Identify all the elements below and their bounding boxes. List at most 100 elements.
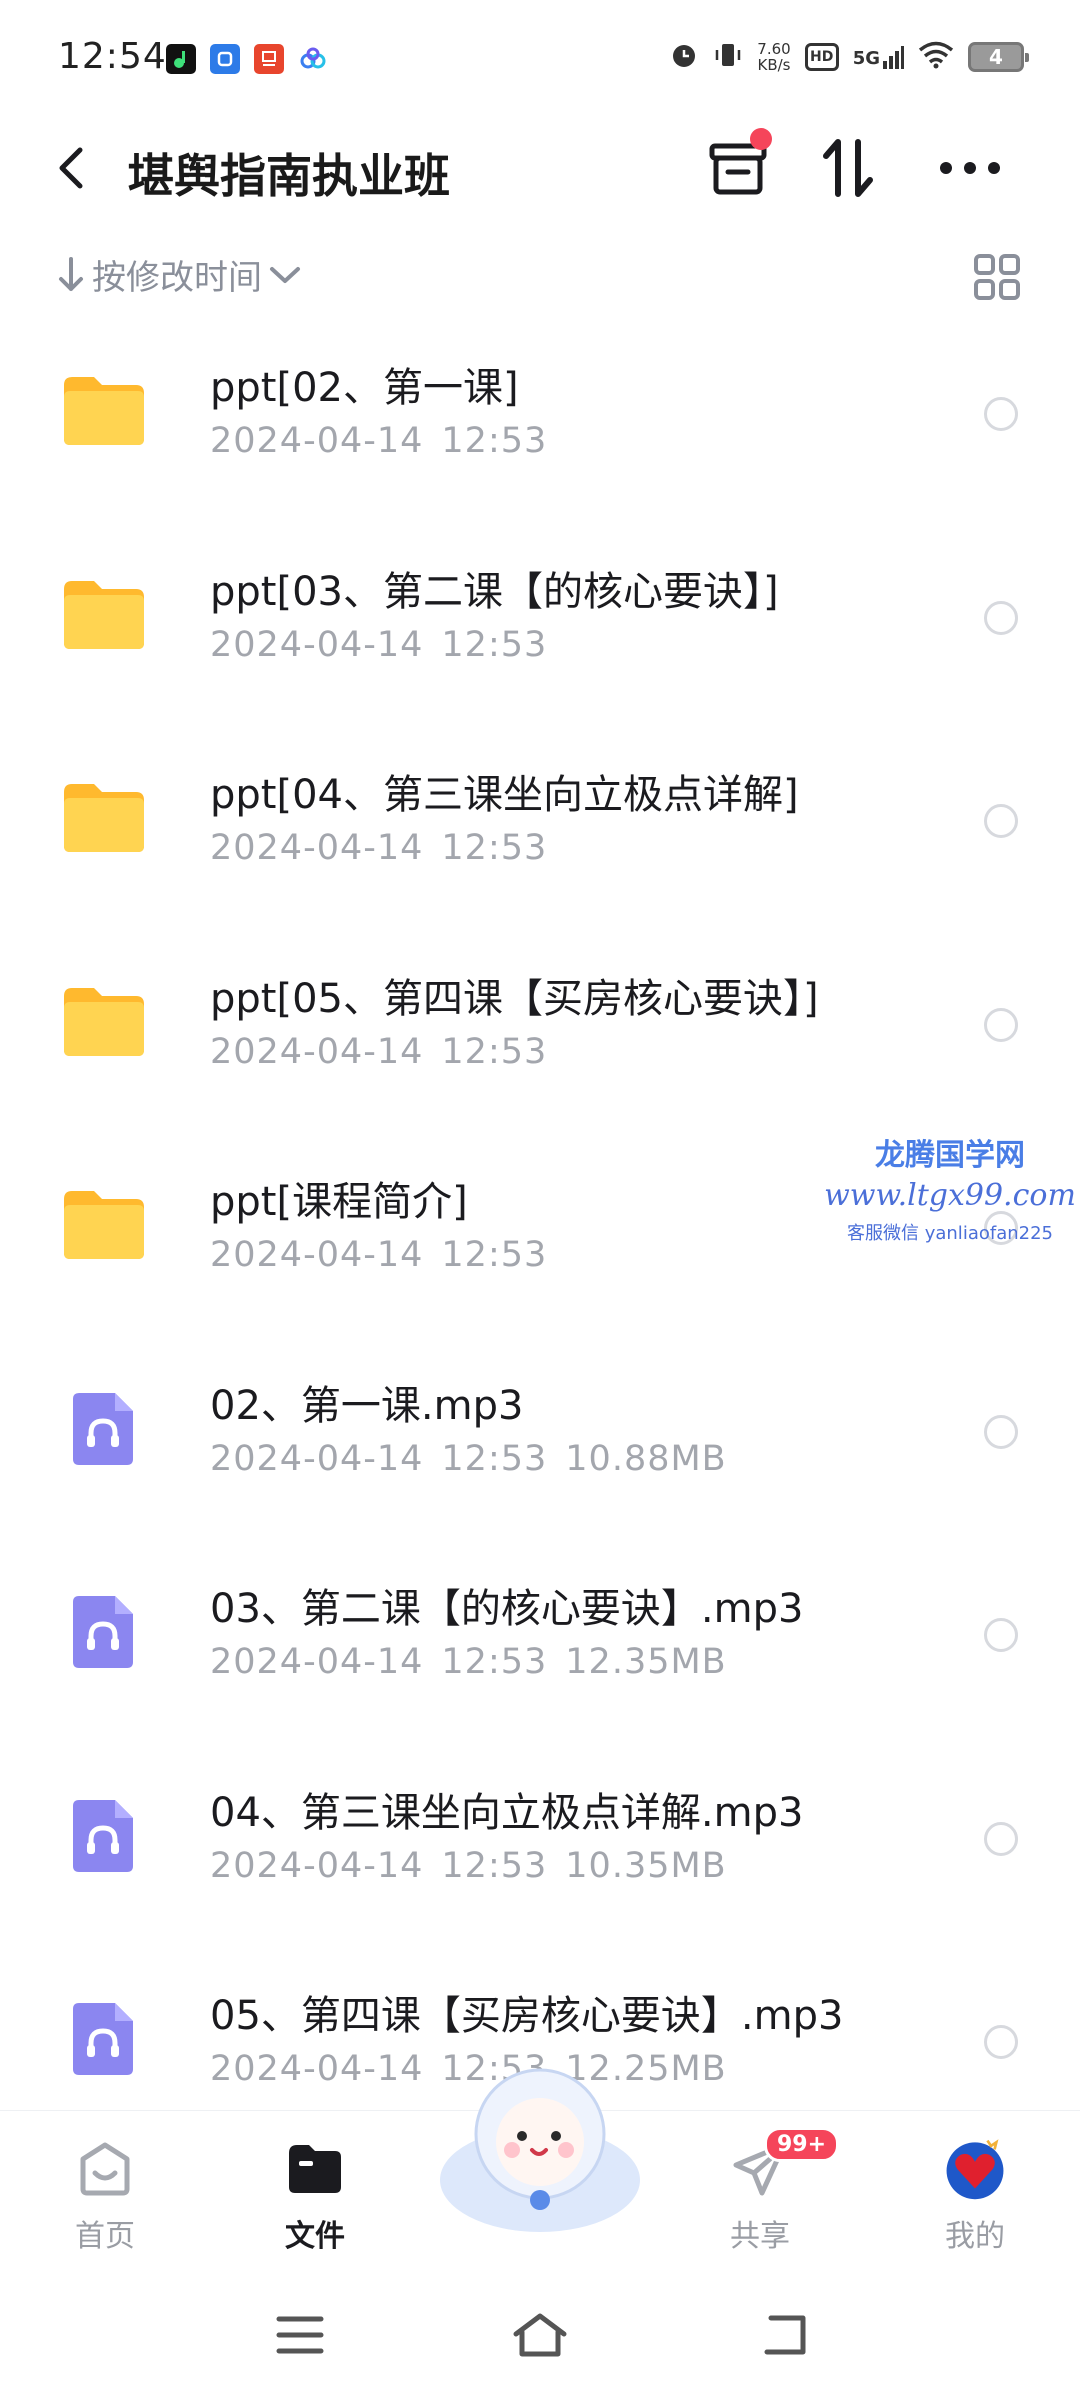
list-item[interactable]: ppt[04、第三课坐向立极点详解] 2024-04-14 12:53	[0, 732, 1080, 936]
system-nav-bar	[0, 2270, 1080, 2400]
home-button[interactable]	[505, 2300, 575, 2370]
list-item[interactable]: ppt[05、第四课【买房核心要诀】] 2024-04-14 12:53	[0, 936, 1080, 1140]
folder-icon	[58, 976, 150, 1068]
return-icon	[764, 2315, 806, 2355]
file-meta: 2024-04-14 12:53	[210, 1031, 548, 1072]
file-meta: 2024-04-14 12:53 12.35MB	[210, 1642, 727, 1682]
list-item[interactable]: ppt[02、第一课] 2024-04-14 12:53	[0, 325, 1080, 529]
news-app-icon	[254, 44, 284, 74]
arrow-down-icon	[59, 256, 83, 291]
select-checkbox[interactable]	[984, 1821, 1018, 1856]
shield-app-icon	[210, 44, 240, 74]
recent-apps-button[interactable]	[265, 2300, 335, 2370]
nav-files[interactable]: 文件	[240, 2137, 390, 2255]
signal-bars-icon	[883, 46, 904, 69]
list-item[interactable]: 04、第三课坐向立极点详解.mp3 2024-04-14 12:53 10.35MB	[0, 1750, 1080, 1954]
folder-icon	[58, 365, 150, 457]
page-title: 堪舆指南执业班	[128, 149, 450, 203]
music-app-icon	[166, 44, 196, 74]
nav-home-label: 首页	[75, 2219, 135, 2254]
file-name: ppt[03、第二课【的核心要诀】]	[210, 568, 779, 615]
nav-mine[interactable]: 我的	[900, 2137, 1050, 2255]
status-time: 12:54	[58, 36, 167, 77]
file-name: 02、第一课.mp3	[210, 1382, 524, 1429]
audio-file-icon	[58, 1993, 150, 2085]
file-meta: 2024-04-14 12:53	[210, 624, 548, 665]
audio-file-icon	[58, 1790, 150, 1882]
house-icon	[513, 2313, 567, 2357]
folder-filled-icon	[283, 2137, 347, 2201]
battery-indicator: 4	[968, 42, 1029, 72]
back-button[interactable]	[44, 140, 100, 196]
more-options-button[interactable]	[932, 130, 1008, 206]
file-meta: 2024-04-14 12:53	[210, 1235, 548, 1275]
list-item[interactable]: 03、第二课【的核心要诀】.mp3 2024-04-14 12:53 12.35MB	[0, 1546, 1080, 1750]
nav-share-label: 共享	[730, 2219, 790, 2254]
mascot-assistant-button[interactable]	[430, 2050, 650, 2250]
select-checkbox[interactable]	[984, 1414, 1018, 1449]
status-indicators: 7.60 KB/s HD 5G 4	[669, 40, 1029, 74]
more-dots-icon	[940, 162, 1000, 174]
menu-icon	[276, 2316, 324, 2354]
sort-bar: 按修改时间	[0, 240, 1080, 316]
file-name: ppt[05、第四课【买房核心要诀】]	[210, 975, 819, 1022]
file-meta: 2024-04-14 12:53	[210, 828, 548, 868]
select-checkbox[interactable]	[984, 1007, 1018, 1042]
share-count-badge: 99+	[764, 2127, 840, 2162]
select-checkbox[interactable]	[984, 600, 1018, 635]
file-name: 05、第四课【买房核心要诀】.mp3	[210, 1993, 844, 2039]
file-meta: 2024-04-14 12:53	[210, 421, 548, 461]
status-bar: 12:54 7.60 KB/s HD 5G 4	[0, 0, 1080, 110]
watermark-contact: 客服微信 yanliaofan225	[847, 1223, 1053, 1244]
file-meta: 2024-04-14 12:53 10.35MB	[210, 1845, 727, 1886]
select-checkbox[interactable]	[984, 397, 1018, 431]
hd-badge: HD	[804, 43, 839, 71]
send-icon: 99+	[728, 2127, 840, 2201]
grid-view-button[interactable]	[972, 252, 1022, 302]
grid-icon	[974, 254, 1020, 300]
select-checkbox[interactable]	[984, 804, 1018, 838]
list-item[interactable]: 02、第一课.mp3 2024-04-14 12:53 10.88MB	[0, 1343, 1080, 1547]
wifi-icon	[918, 41, 954, 73]
notification-dot	[750, 128, 772, 150]
alarm-icon	[669, 40, 699, 74]
file-name: ppt[04、第三课坐向立极点详解]	[210, 772, 799, 818]
file-name: 03、第二课【的核心要诀】.mp3	[210, 1586, 804, 1632]
nav-share[interactable]: 99+ 共享	[685, 2127, 840, 2255]
status-app-icons	[166, 44, 328, 74]
sort-label: 按修改时间	[92, 258, 262, 298]
watermark-title: 龙腾国学网	[875, 1138, 1025, 1173]
chevron-down-icon	[270, 266, 300, 283]
sort-order-button[interactable]	[810, 130, 886, 206]
nav-home[interactable]: 首页	[30, 2137, 180, 2255]
watermark-url: www.ltgx99.com	[824, 1178, 1076, 1213]
back-nav-button[interactable]	[750, 2300, 820, 2370]
mascot-icon	[440, 2068, 640, 2232]
file-name: ppt[02、第一课]	[210, 365, 519, 411]
select-checkbox[interactable]	[984, 1618, 1018, 1652]
select-checkbox[interactable]	[984, 2025, 1018, 2059]
file-name: ppt[课程简介]	[210, 1179, 468, 1225]
sort-arrows-icon	[823, 139, 873, 197]
cloud-app-icon	[298, 44, 328, 74]
folder-icon	[58, 1179, 150, 1271]
folder-icon	[58, 772, 150, 864]
sort-by-modified-toggle[interactable]: 按修改时间	[56, 250, 302, 299]
chevron-left-icon	[59, 147, 83, 189]
network-speed: 7.60 KB/s	[757, 40, 791, 74]
audio-file-icon	[58, 1586, 150, 1678]
file-name: 04、第三课坐向立极点详解.mp3	[210, 1789, 804, 1836]
watermark: 龙腾国学网 www.ltgx99.com 客服微信 yanliaofan225	[820, 1130, 1080, 1245]
signal-indicator: 5G	[853, 45, 904, 69]
list-item[interactable]: ppt[03、第二课【的核心要诀】] 2024-04-14 12:53	[0, 529, 1080, 733]
vibrate-icon	[713, 40, 743, 74]
file-meta: 2024-04-14 12:53 10.88MB	[210, 1438, 727, 1479]
app-header: 堪舆指南执业班	[0, 110, 1080, 230]
home-icon	[73, 2137, 137, 2201]
folder-icon	[58, 569, 150, 661]
transfer-box-button[interactable]	[700, 128, 776, 206]
avatar	[943, 2137, 1007, 2201]
audio-file-icon	[58, 1383, 150, 1475]
nav-mine-label: 我的	[945, 2219, 1005, 2254]
nav-files-label: 文件	[285, 2219, 345, 2254]
